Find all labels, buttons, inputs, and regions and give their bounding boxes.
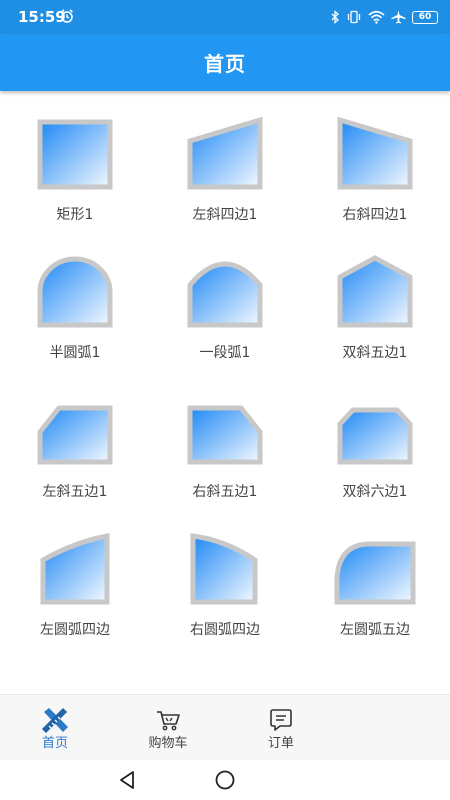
alarm-icon: [61, 9, 73, 23]
left-slant-quad-window-icon: [187, 116, 263, 190]
shape-label: 左斜五边1: [42, 484, 108, 500]
left-arc-pentagon-window-icon: [334, 541, 416, 605]
semicircle-arch-window-icon: [37, 256, 113, 328]
home-circle-icon[interactable]: [214, 769, 236, 791]
nav-label: 购物车: [148, 736, 188, 751]
shape-item-left-arc-pentagon[interactable]: 左圆弧五边: [300, 506, 450, 644]
back-triangle-icon[interactable]: [118, 770, 136, 790]
shape-label: 双斜六边1: [342, 484, 408, 500]
status-icons: 60: [331, 8, 438, 26]
page-title: 首页: [204, 52, 246, 76]
shape-label: 一段弧1: [199, 345, 251, 361]
right-slant-pentagon-window-icon: [187, 405, 263, 465]
shape-item-left-arc-quad[interactable]: 左圆弧四边: [0, 506, 150, 644]
double-slant-pentagon-window-icon: [337, 255, 413, 328]
right-slant-quad-window-icon: [337, 116, 413, 190]
nav-item-cart[interactable]: 购物车: [113, 695, 223, 761]
shape-label: 左斜四边1: [192, 207, 258, 223]
shape-label: 左圆弧五边: [340, 622, 410, 638]
shape-label: 右斜四边1: [342, 207, 408, 223]
shape-item-right-slant-pentagon[interactable]: 右斜五边1: [150, 368, 300, 506]
airplane-mode-icon: [391, 10, 406, 24]
status-time: 15:59: [18, 8, 66, 26]
segment-arch-window-icon: [187, 261, 263, 328]
home-ruler-icon: [42, 708, 68, 733]
shape-label: 右斜五边1: [192, 484, 258, 500]
rectangle-window-icon: [37, 119, 113, 190]
shape-item-left-slant-quad[interactable]: 左斜四边1: [150, 91, 300, 229]
shape-item-double-slant-hexagon[interactable]: 双斜六边1: [300, 368, 450, 506]
shape-item-right-arc-quad[interactable]: 右圆弧四边: [150, 506, 300, 644]
nav-label: 首页: [41, 736, 68, 751]
shape-label: 右圆弧四边: [190, 622, 260, 638]
nav-item-home[interactable]: 首页: [0, 695, 110, 761]
shape-item-double-slant-pentagon[interactable]: 双斜五边1: [300, 229, 450, 367]
shape-item-semicircle-arch[interactable]: 半圆弧1: [0, 229, 150, 367]
vibrate-icon: [347, 10, 361, 24]
shape-label: 双斜五边1: [342, 345, 408, 361]
shape-label: 半圆弧1: [49, 345, 101, 361]
shape-item-rectangle[interactable]: 矩形1: [0, 91, 150, 229]
shape-label: 矩形1: [56, 207, 94, 223]
shape-grid: 矩形1 左斜四边1 右斜四边1 半圆弧1 一段弧1 双斜五边1 左斜五边1 右斜…: [0, 91, 450, 694]
shape-label: 左圆弧四边: [40, 622, 110, 638]
battery-indicator: 60: [412, 10, 438, 24]
wifi-icon: [368, 10, 385, 24]
shape-item-left-slant-pentagon[interactable]: 左斜五边1: [0, 368, 150, 506]
left-arc-quad-window-icon: [40, 532, 110, 605]
app-bar: 首页: [0, 34, 450, 91]
system-nav-bar: [0, 760, 450, 800]
nav-fade-overlay: [290, 695, 450, 761]
left-slant-pentagon-window-icon: [37, 405, 113, 465]
bluetooth-icon: [331, 10, 339, 24]
shape-item-right-slant-quad[interactable]: 右斜四边1: [300, 91, 450, 229]
cart-icon: [157, 711, 180, 731]
status-bar: 15:59 60: [0, 0, 450, 34]
bottom-nav: 首页 购物车 订单: [0, 694, 450, 761]
double-slant-hexagon-window-icon: [337, 407, 413, 465]
shape-item-segment-arch[interactable]: 一段弧1: [150, 229, 300, 367]
right-arc-quad-window-icon: [190, 533, 258, 605]
